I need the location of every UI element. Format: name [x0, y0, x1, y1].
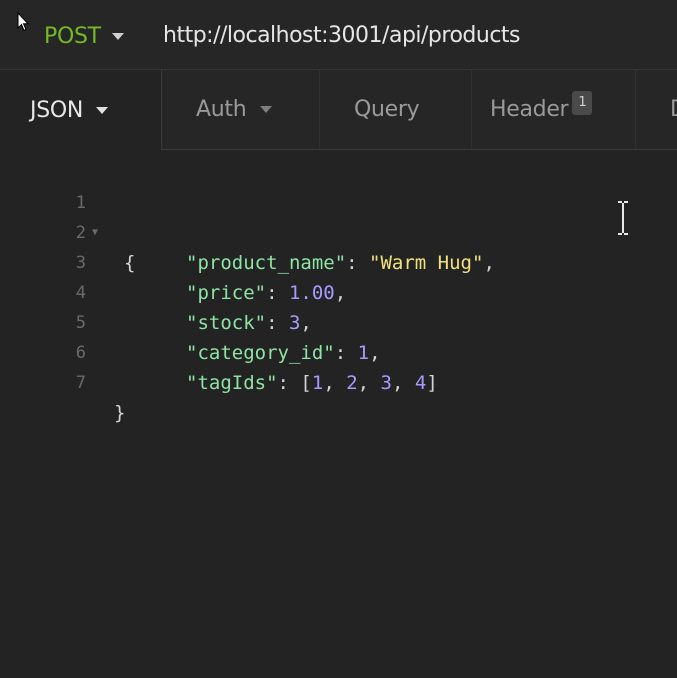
mouse-arrow-icon [17, 12, 29, 32]
array-separator: , [323, 372, 347, 394]
request-bar: POST [0, 0, 677, 70]
json-number-value: 3 [288, 312, 301, 334]
fold-arrow-icon[interactable]: ▼ [92, 218, 98, 248]
code-line-3: 3 "price": 1.00, [0, 218, 346, 304]
array-close-bracket: ] [426, 372, 438, 394]
tab-docs-label: D [670, 97, 677, 122]
code-line-4: 4 "stock": 3, [0, 248, 312, 334]
json-key: "stock" [186, 312, 267, 334]
method-dropdown[interactable]: POST [44, 20, 124, 52]
code-line-5: 5 "category_id": 1, [0, 278, 381, 364]
json-colon: : [334, 342, 358, 364]
array-separator: , [357, 372, 381, 394]
tab-query-label: Query [354, 97, 420, 122]
api-client-window: POST JSON Auth Query Header 1 D 1 ▼ { [0, 0, 677, 678]
json-key: "product_name" [186, 252, 347, 274]
chevron-down-icon [96, 106, 109, 114]
json-key: "price" [186, 282, 267, 304]
json-colon: : [266, 282, 289, 304]
tab-body-json-label: JSON [30, 97, 84, 123]
tab-auth-label: Auth [196, 97, 247, 122]
array-item: 3 [380, 372, 392, 394]
json-string-value: "Warm Hug" [369, 252, 484, 274]
method-label: POST [44, 23, 101, 49]
close-brace: } [114, 402, 126, 424]
chevron-down-icon [260, 106, 273, 113]
code-line-6: 6 "tagIds": [1, 2, 3, 4] [0, 308, 438, 394]
i-beam-cursor-icon [618, 201, 628, 235]
tab-header-label: Header [490, 97, 569, 122]
array-item: 1 [311, 372, 324, 394]
array-separator: , [392, 372, 415, 394]
json-number-value: 1 [357, 342, 370, 364]
open-brace: { [124, 252, 136, 274]
json-body-editor[interactable]: 1 ▼ { 2 "product_name": "Warm Hug", 3 "p… [0, 150, 677, 678]
code-line-7: 7 } [0, 338, 126, 424]
tab-query[interactable]: Query [320, 70, 472, 149]
json-colon: : [346, 252, 370, 274]
tab-body-json[interactable]: JSON [0, 70, 162, 150]
request-tabs: JSON Auth Query Header 1 D [0, 70, 677, 150]
array-item: 4 [414, 372, 427, 394]
json-comma: , [334, 282, 347, 304]
tab-header[interactable]: Header 1 [472, 70, 636, 149]
chevron-down-icon [111, 33, 124, 40]
json-comma: , [369, 342, 381, 364]
tab-auth[interactable]: Auth [162, 70, 320, 149]
json-key: "category_id" [186, 342, 335, 364]
code-line-1: 1 ▼ { [0, 158, 136, 274]
json-comma: , [483, 252, 495, 274]
json-key: "tagIds" [186, 372, 278, 394]
array-open-bracket: [ [300, 372, 312, 394]
json-colon: : [277, 372, 301, 394]
header-count-badge: 1 [572, 90, 593, 115]
url-input[interactable] [163, 18, 663, 52]
array-item: 2 [346, 372, 358, 394]
json-colon: : [266, 312, 289, 334]
tab-docs[interactable]: D [636, 70, 677, 149]
json-number-value: 1.00 [288, 282, 335, 304]
json-comma: , [300, 312, 312, 334]
code-line-2: 2 "product_name": "Warm Hug", [0, 188, 495, 274]
line-number: 7 [75, 373, 86, 393]
